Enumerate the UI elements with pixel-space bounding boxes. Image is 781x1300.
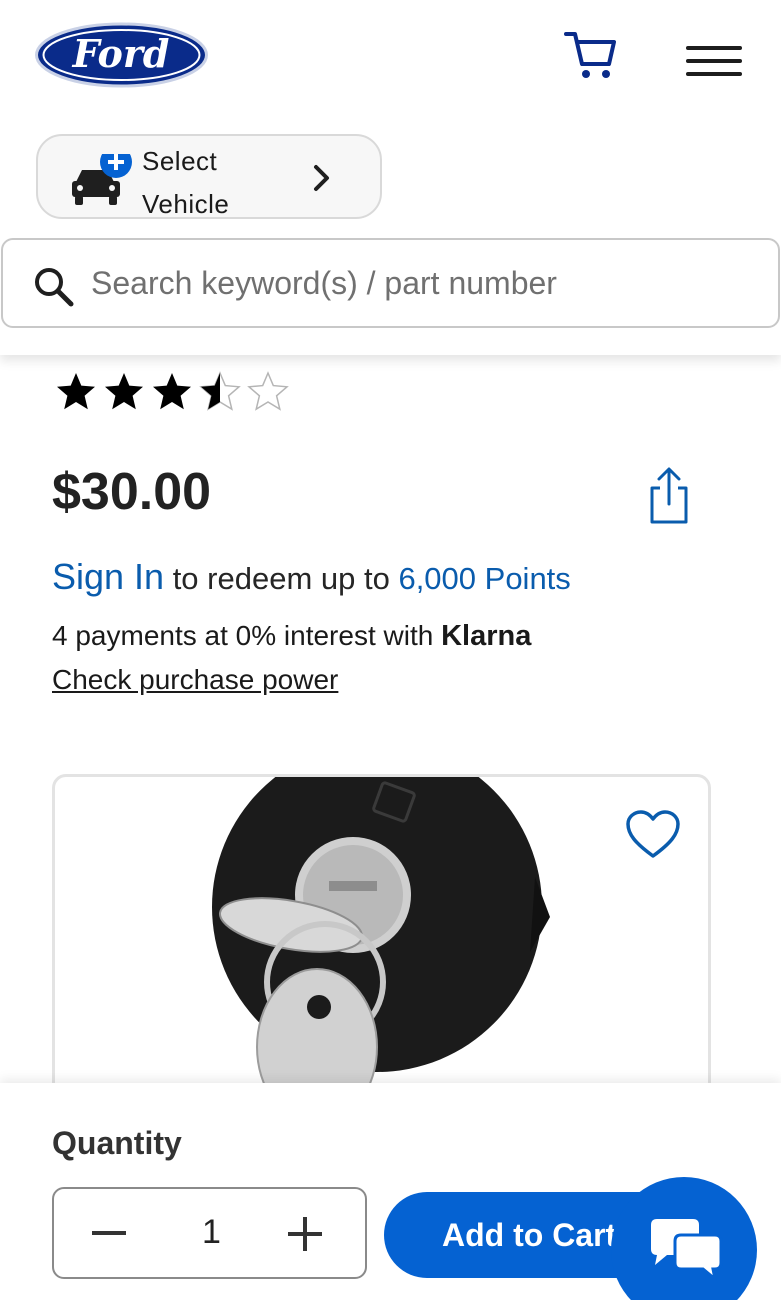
search-input[interactable] <box>91 260 751 306</box>
search-bar[interactable] <box>1 238 780 328</box>
quantity-label: Quantity <box>52 1125 182 1161</box>
heart-icon[interactable] <box>625 809 681 861</box>
car-icon <box>68 146 132 210</box>
chevron-right-icon <box>310 162 334 194</box>
rating-stars[interactable] <box>56 368 296 414</box>
product-image-card[interactable] <box>52 774 711 1114</box>
decrease-quantity-button[interactable] <box>92 1231 126 1235</box>
check-purchase-power-link[interactable]: Check purchase power <box>52 664 338 696</box>
ford-logo[interactable]: Ford <box>34 22 209 88</box>
chat-icon <box>645 1217 725 1283</box>
increase-quantity-button[interactable] <box>288 1217 322 1251</box>
product-image <box>205 777 565 1111</box>
star-empty-icon <box>248 372 288 410</box>
points-middle-text: to redeem up to <box>164 561 399 596</box>
site-header: Ford Select Vehicle <box>0 0 781 355</box>
share-icon[interactable] <box>646 466 692 526</box>
quantity-value[interactable]: 1 <box>174 1213 249 1252</box>
klarna-text: 4 payments at 0% interest with <box>52 620 442 651</box>
points-promo: Sign In to redeem up to 6,000 Points <box>52 556 571 598</box>
cart-icon[interactable] <box>562 28 618 82</box>
klarna-promo: 4 payments at 0% interest with Klarna <box>52 620 531 653</box>
select-vehicle-button[interactable]: Select Vehicle <box>36 134 382 219</box>
sign-in-link[interactable]: Sign In <box>52 556 164 597</box>
star-half-icon <box>200 372 240 410</box>
star-icon <box>57 373 95 410</box>
product-price: $30.00 <box>52 463 212 521</box>
star-icon <box>153 373 191 410</box>
menu-icon[interactable] <box>686 46 742 80</box>
purchase-bar: Quantity 1 Add to Cart <box>0 1083 781 1300</box>
search-icon[interactable] <box>33 266 75 308</box>
quantity-stepper[interactable]: 1 <box>52 1187 367 1279</box>
logo-text: Ford <box>72 31 170 76</box>
star-icon <box>105 373 143 410</box>
points-link[interactable]: 6,000 Points <box>398 561 570 596</box>
klarna-logo: Klarna <box>441 620 532 652</box>
select-vehicle-label: Select Vehicle <box>142 146 230 219</box>
